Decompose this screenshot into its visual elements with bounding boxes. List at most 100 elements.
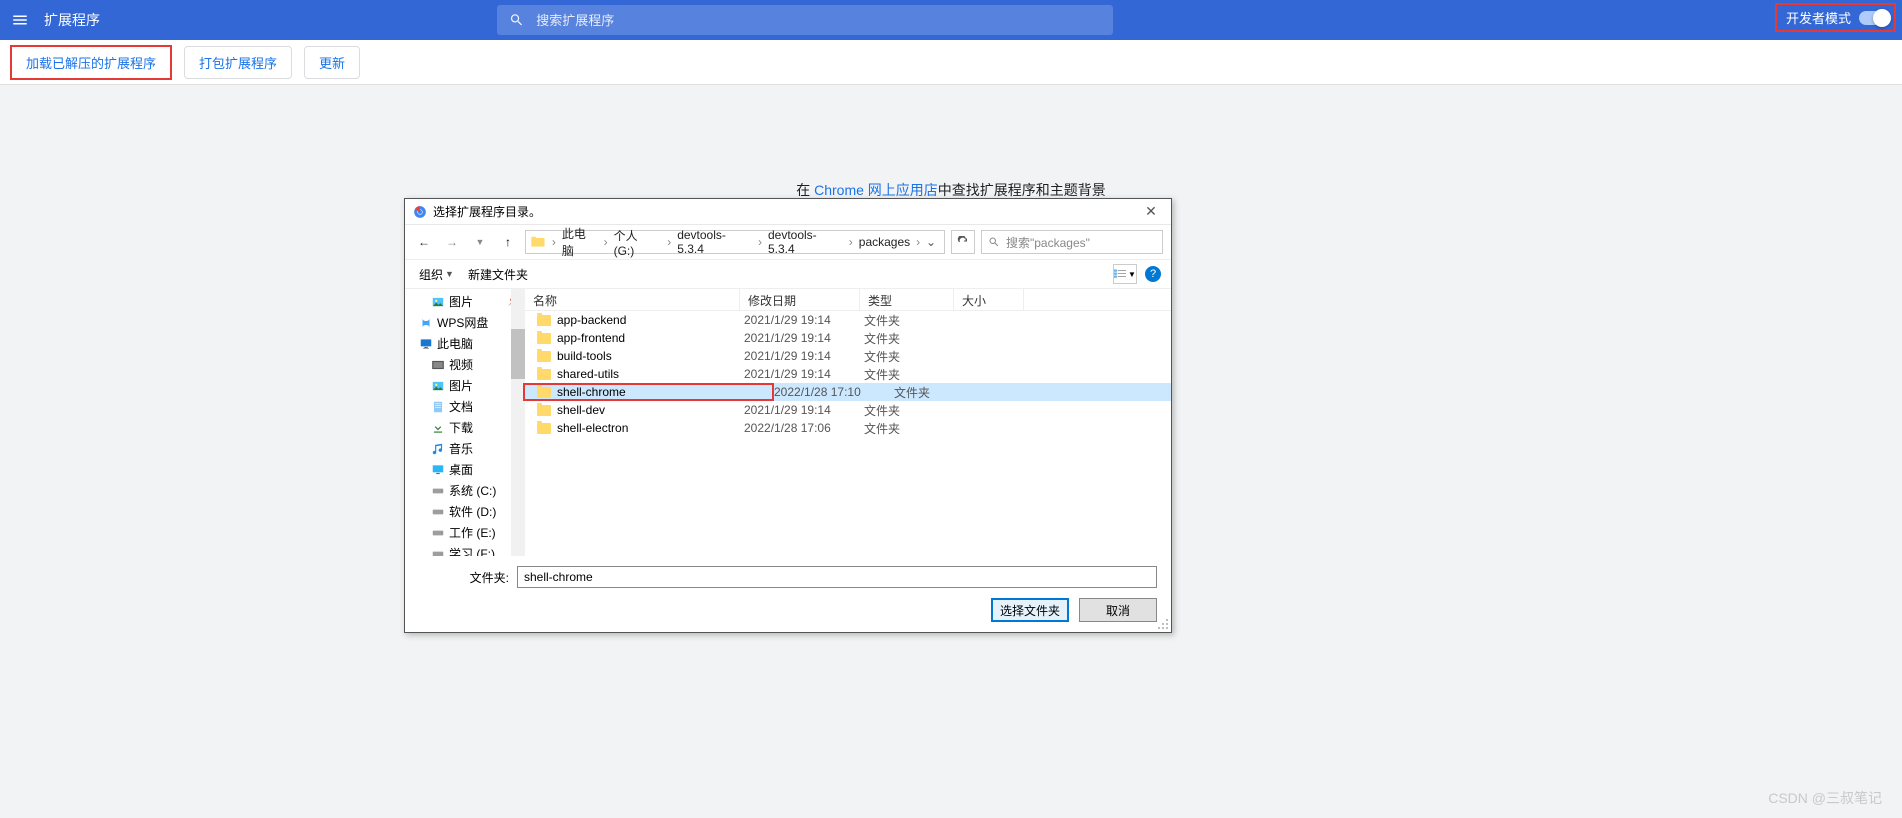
col-size[interactable]: 大小 (954, 289, 1024, 310)
tree-label: 图片 (449, 293, 473, 310)
folder-icon (537, 387, 551, 398)
drive-icon (431, 526, 445, 540)
chrome-icon (413, 205, 427, 219)
webstore-link[interactable]: Chrome 网上应用店 (814, 182, 938, 198)
view-mode-button[interactable]: ▼ (1113, 264, 1137, 284)
pc-icon (419, 337, 433, 351)
breadcrumb[interactable]: › 此电脑› 个人 (G:)› devtools-5.3.4› devtools… (525, 230, 945, 254)
desk-icon (431, 463, 445, 477)
pic-icon (431, 295, 445, 309)
tree-label: 学习 (F:) (449, 545, 495, 556)
pack-extension-button[interactable]: 打包扩展程序 (184, 46, 292, 79)
breadcrumb-item[interactable]: 此电脑 (558, 225, 602, 259)
tree-item[interactable]: 图片 (405, 375, 524, 396)
file-name: app-backend (557, 313, 744, 327)
file-row[interactable]: shell-dev2021/1/29 19:14文件夹 (525, 401, 1171, 419)
new-folder-button[interactable]: 新建文件夹 (464, 264, 532, 285)
dialog-search[interactable]: 搜索"packages" (981, 230, 1163, 254)
file-date: 2022/1/28 17:06 (744, 421, 864, 435)
search-box[interactable] (497, 5, 1113, 35)
close-icon[interactable]: ✕ (1139, 200, 1163, 224)
refresh-icon (957, 236, 969, 248)
tree-item[interactable]: 音乐 (405, 438, 524, 459)
tree-label: 软件 (D:) (449, 503, 496, 520)
file-type: 文件夹 (864, 348, 958, 365)
col-date[interactable]: 修改日期 (740, 289, 860, 310)
cancel-button[interactable]: 取消 (1079, 598, 1157, 622)
help-icon[interactable]: ? (1145, 266, 1161, 282)
tree-label: 文档 (449, 398, 473, 415)
tree-item[interactable]: 图片📌 (405, 291, 524, 312)
drive-icon (431, 547, 445, 557)
page-title: 扩展程序 (44, 10, 100, 30)
tree-item[interactable]: WPS网盘 (405, 312, 524, 333)
wps-icon (419, 316, 433, 330)
back-button[interactable]: ← (413, 231, 435, 253)
up-button[interactable]: ↑ (497, 231, 519, 253)
forward-button[interactable]: → (441, 231, 463, 253)
file-type: 文件夹 (864, 330, 958, 347)
breadcrumb-item[interactable]: devtools-5.3.4 (673, 228, 756, 256)
doc-icon (431, 400, 445, 414)
file-row[interactable]: shared-utils2021/1/29 19:14文件夹 (525, 365, 1171, 383)
breadcrumb-item[interactable]: devtools-5.3.4 (764, 228, 847, 256)
select-folder-button[interactable]: 选择文件夹 (991, 598, 1069, 622)
tree-label: 图片 (449, 377, 473, 394)
folder-icon (537, 351, 551, 362)
file-date: 2021/1/29 19:14 (744, 313, 864, 327)
file-row[interactable]: build-tools2021/1/29 19:14文件夹 (525, 347, 1171, 365)
breadcrumb-item[interactable]: 个人 (G:) (610, 227, 666, 258)
file-row[interactable]: shell-chrome2022/1/28 17:10文件夹 (525, 383, 1171, 401)
refresh-button[interactable] (951, 230, 975, 254)
tree-label: 音乐 (449, 440, 473, 457)
folder-icon (537, 423, 551, 434)
file-list-area: 名称 修改日期 类型 大小 app-backend2021/1/29 19:14… (525, 289, 1171, 556)
file-date: 2022/1/28 17:10 (774, 385, 894, 399)
tree-item[interactable]: 系统 (C:) (405, 480, 524, 501)
tree-label: 桌面 (449, 461, 473, 478)
dev-mode-highlight: 开发者模式 (1775, 3, 1896, 32)
tree-item[interactable]: 视频 (405, 354, 524, 375)
file-list: app-backend2021/1/29 19:14文件夹app-fronten… (525, 311, 1171, 556)
dialog-title: 选择扩展程序目录。 (433, 203, 1139, 220)
col-type[interactable]: 类型 (860, 289, 954, 310)
folder-tree[interactable]: 图片📌WPS网盘此电脑视频图片文档下载音乐桌面系统 (C:)软件 (D:)工作 … (405, 289, 525, 556)
file-row[interactable]: app-backend2021/1/29 19:14文件夹 (525, 311, 1171, 329)
file-row[interactable]: app-frontend2021/1/29 19:14文件夹 (525, 329, 1171, 347)
file-name: shared-utils (557, 367, 744, 381)
tree-item[interactable]: 软件 (D:) (405, 501, 524, 522)
breadcrumb-item[interactable]: packages (855, 235, 914, 249)
update-button[interactable]: 更新 (304, 46, 360, 79)
folder-name-input[interactable] (517, 566, 1157, 588)
resize-grip-icon[interactable] (1157, 618, 1169, 630)
file-row[interactable]: shell-electron2022/1/28 17:06文件夹 (525, 419, 1171, 437)
tree-scrollbar[interactable] (511, 289, 525, 556)
file-date: 2021/1/29 19:14 (744, 367, 864, 381)
file-name: shell-chrome (557, 385, 744, 399)
dev-mode-toggle[interactable] (1859, 11, 1889, 25)
tree-label: WPS网盘 (437, 314, 488, 331)
recent-dropdown-icon[interactable]: ▼ (469, 231, 491, 253)
tree-item[interactable]: 工作 (E:) (405, 522, 524, 543)
tree-label: 视频 (449, 356, 473, 373)
watermark: CSDN @三叔笔记 (1768, 788, 1882, 808)
organize-menu[interactable]: 组织 ▼ (415, 264, 458, 285)
load-unpacked-button[interactable]: 加载已解压的扩展程序 (10, 45, 172, 80)
tree-item[interactable]: 下载 (405, 417, 524, 438)
search-input[interactable] (536, 13, 1101, 28)
tree-item[interactable]: 文档 (405, 396, 524, 417)
dialog-body: 图片📌WPS网盘此电脑视频图片文档下载音乐桌面系统 (C:)软件 (D:)工作 … (405, 289, 1171, 556)
dev-mode-label: 开发者模式 (1786, 8, 1851, 27)
tree-item[interactable]: 学习 (F:) (405, 543, 524, 556)
search-icon (509, 12, 524, 28)
toolbar: 加载已解压的扩展程序 打包扩展程序 更新 (0, 40, 1902, 85)
tree-item[interactable]: 桌面 (405, 459, 524, 480)
file-type: 文件夹 (864, 366, 958, 383)
file-columns-header[interactable]: 名称 修改日期 类型 大小 (525, 289, 1171, 311)
chevron-down-icon[interactable]: ⌄ (922, 235, 940, 249)
file-type: 文件夹 (864, 420, 958, 437)
folder-icon (537, 369, 551, 380)
col-name[interactable]: 名称 (525, 289, 740, 310)
tree-item[interactable]: 此电脑 (405, 333, 524, 354)
hamburger-icon[interactable] (0, 0, 40, 40)
